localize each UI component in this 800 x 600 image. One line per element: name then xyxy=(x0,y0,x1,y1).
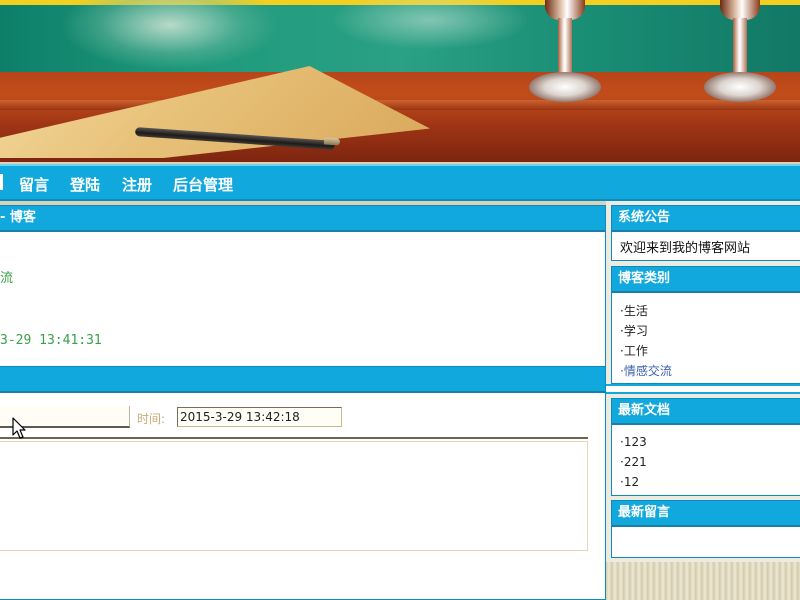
banner-glass-right xyxy=(700,0,780,110)
blog-panel-title: - 博客 xyxy=(0,206,605,232)
sidebar-bottom-texture xyxy=(606,562,800,600)
nav-item-admin[interactable]: 后台管理 xyxy=(173,174,233,195)
nav-separator xyxy=(0,174,3,190)
latest-docs-title: 最新文档 xyxy=(612,399,800,425)
nav-item-message[interactable]: 留言 xyxy=(19,174,49,195)
category-link-life[interactable]: ·生活 xyxy=(620,302,648,319)
header-banner xyxy=(0,0,800,162)
nav-item-register[interactable]: 注册 xyxy=(122,174,152,195)
banner-glass-left xyxy=(525,0,605,110)
category-link-emotion[interactable]: ·情感交流 xyxy=(620,362,672,379)
category-link-work[interactable]: ·工作 xyxy=(620,342,648,359)
blog-category-link[interactable]: 流 xyxy=(0,267,13,286)
doc-link-123[interactable]: ·123 xyxy=(620,435,647,449)
form-divider xyxy=(0,437,588,439)
doc-link-221[interactable]: ·221 xyxy=(620,455,647,469)
announcement-text: 欢迎来到我的博客网站 xyxy=(620,241,751,256)
banner-pen-tip xyxy=(323,137,341,146)
latest-messages-panel: 最新留言 xyxy=(611,500,800,558)
announcement-title: 系统公告 xyxy=(612,206,800,232)
doc-link-12[interactable]: ·12 xyxy=(620,475,639,489)
main-nav: 留言 登陆 注册 后台管理 xyxy=(0,164,800,201)
announcement-panel: 系统公告 欢迎来到我的博客网站 xyxy=(611,205,800,261)
latest-docs-panel: 最新文档 ·123 ·221 ·12 xyxy=(611,398,800,496)
category-link-study[interactable]: ·学习 xyxy=(620,322,648,339)
categories-panel: 博客类别 ·生活 ·学习 ·工作 ·情感交流 xyxy=(611,266,800,384)
blog-post-datetime: 3-29 13:41:31 xyxy=(0,333,102,348)
banner-light-blur xyxy=(60,0,280,70)
time-label: 时间: xyxy=(137,412,166,426)
banner-light-blur-2 xyxy=(330,0,530,50)
mouse-cursor-icon xyxy=(12,417,26,439)
message-content-textarea[interactable] xyxy=(0,441,588,551)
nav-item-login[interactable]: 登陆 xyxy=(70,174,100,195)
message-form-header xyxy=(0,367,605,393)
sidebar-divider xyxy=(606,384,800,394)
categories-title: 博客类别 xyxy=(612,267,800,293)
banner-table-edge xyxy=(0,100,800,110)
latest-messages-title: 最新留言 xyxy=(612,501,800,527)
time-input[interactable] xyxy=(177,407,342,427)
